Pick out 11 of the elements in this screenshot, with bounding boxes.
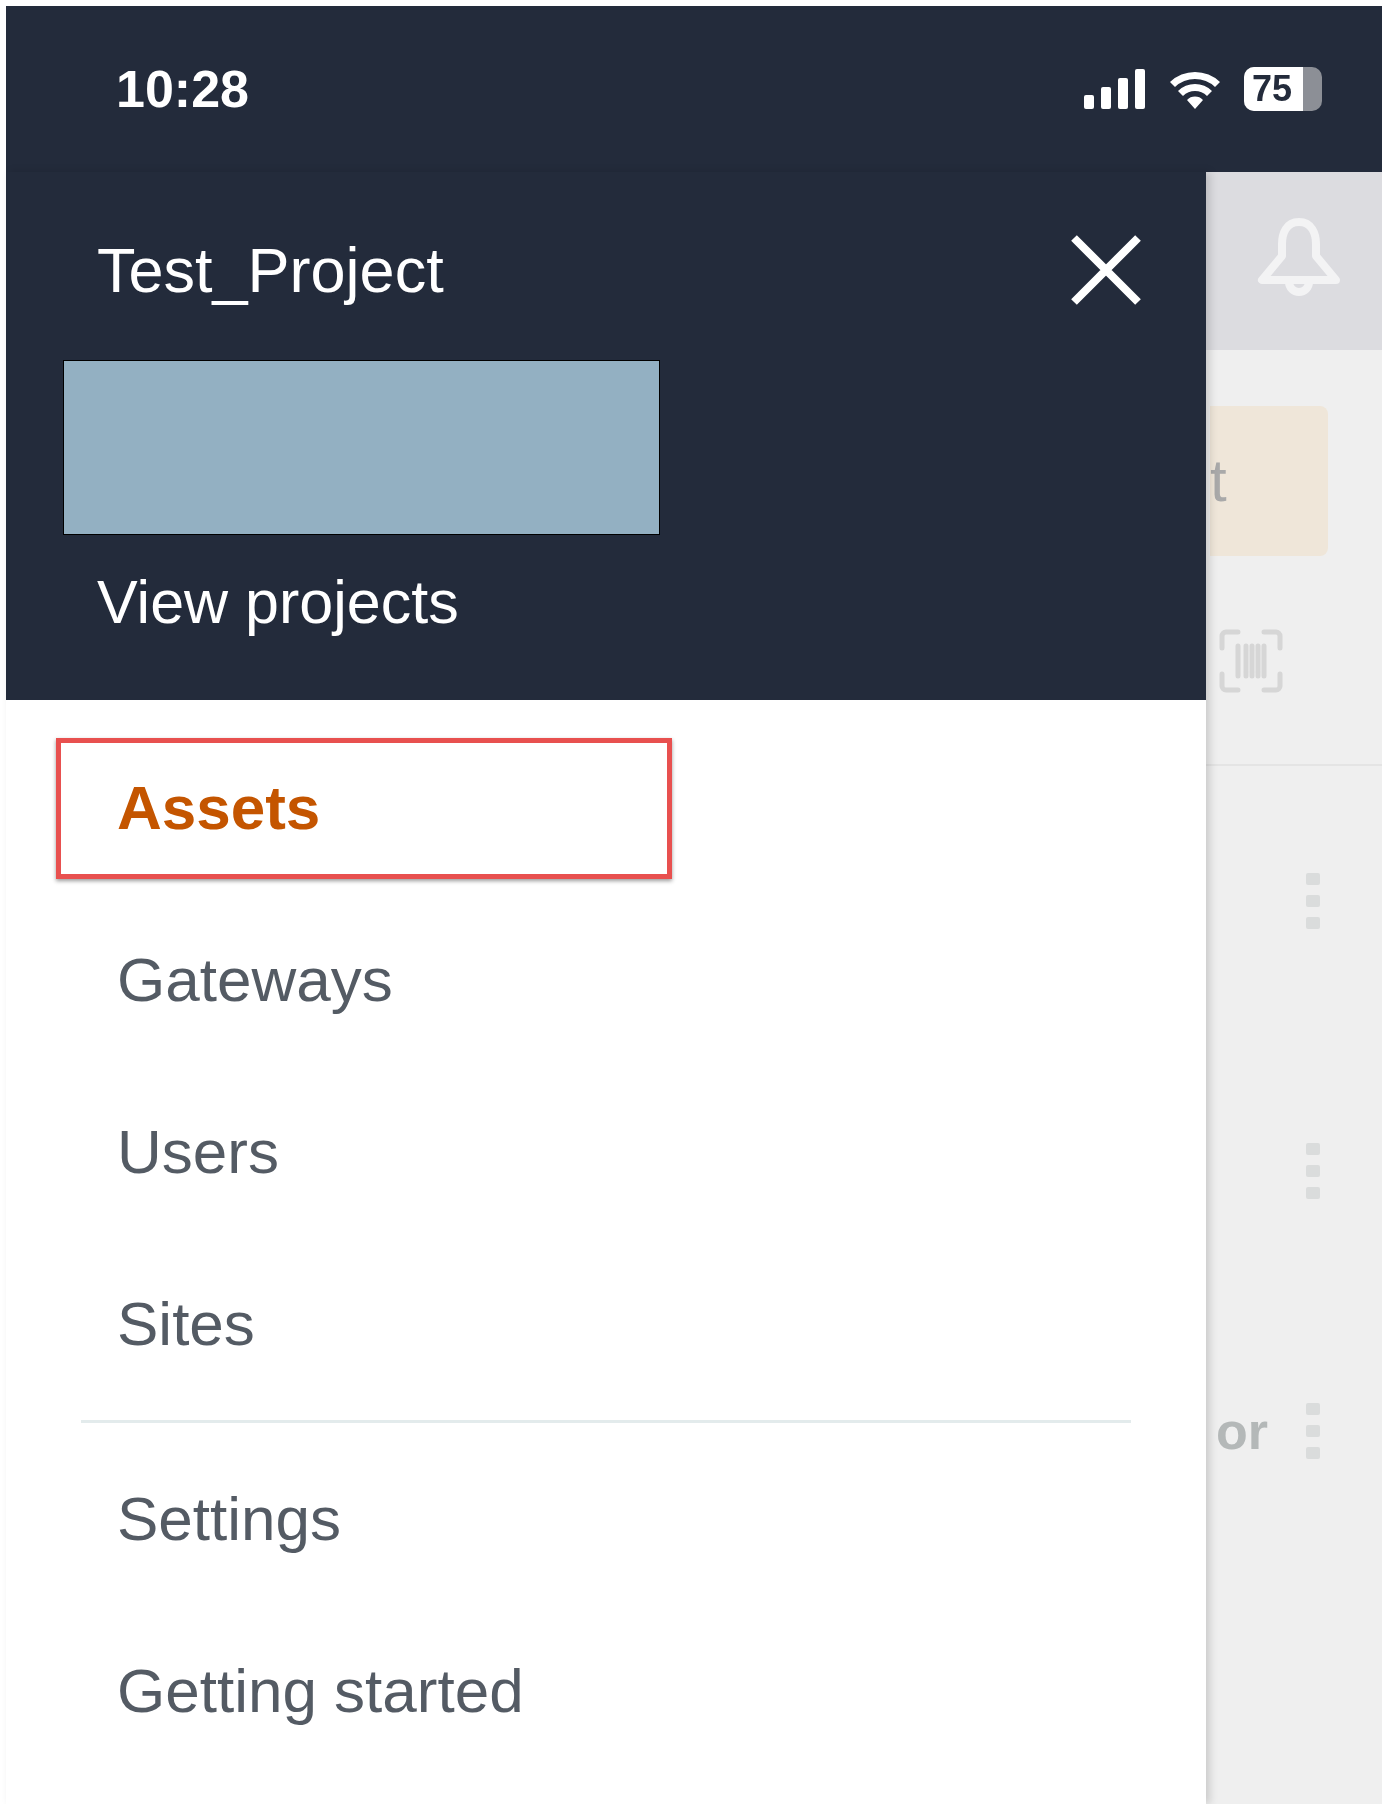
menu-item[interactable]: Users (117, 1121, 279, 1183)
clock-time: 10:28 (116, 59, 249, 120)
view-projects-link[interactable]: View projects (97, 557, 459, 649)
project-title: Test_Project (97, 233, 444, 307)
barcode-scan-icon (1218, 628, 1284, 694)
wifi-icon (1168, 69, 1222, 109)
signal-icon (1084, 69, 1146, 109)
battery-percentage: 75 (1252, 71, 1293, 107)
row-title: or (1216, 1401, 1268, 1462)
menu-item[interactable]: Sites (117, 1293, 255, 1355)
menu-item[interactable]: Assets (117, 777, 321, 839)
